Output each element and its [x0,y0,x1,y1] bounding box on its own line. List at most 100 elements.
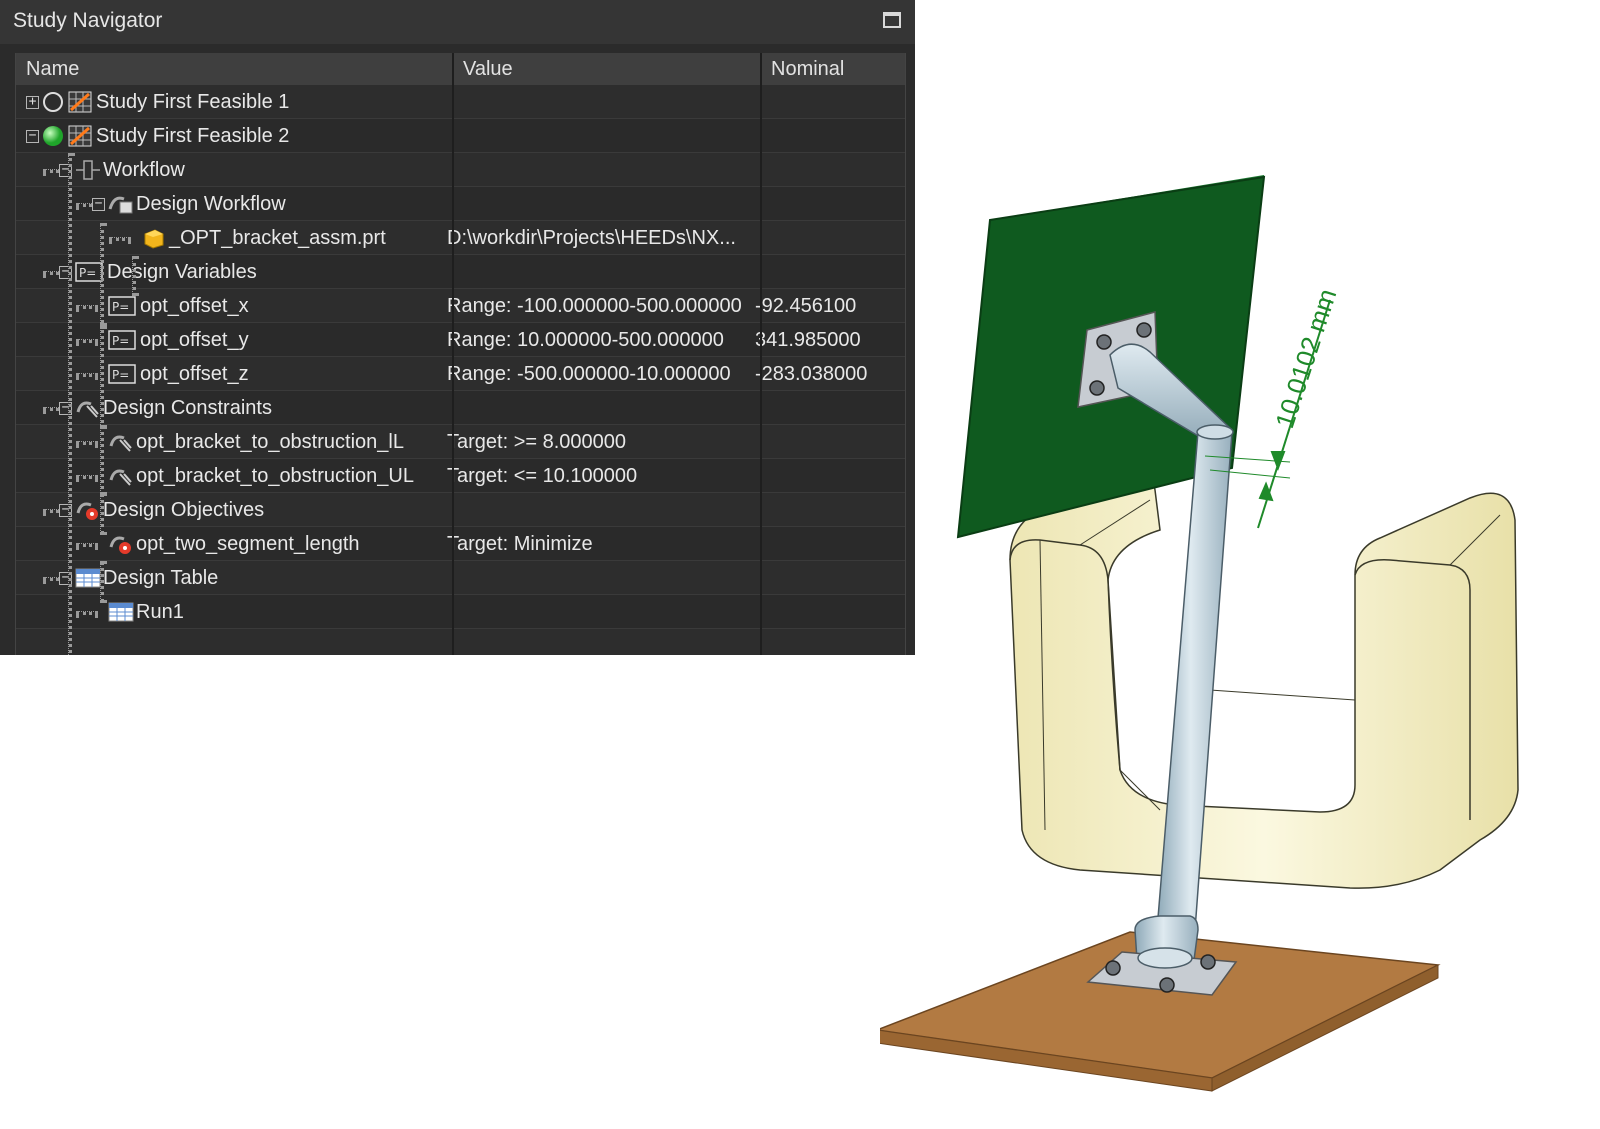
tree-item-label: Workflow [103,159,185,181]
tree-item-nominal [755,187,900,221]
tree-item-nominal [755,391,900,425]
tree-row-opt-bracket-assm-part[interactable]: _OPT_bracket_assm.prt D:\workdir\Projects… [16,221,905,255]
tree-item-nominal: 341.985000 [755,329,861,351]
column-header-nominal[interactable]: Nominal [761,53,905,85]
column-separator [760,53,762,655]
tree-item-label: opt_offset_x [140,295,249,317]
tree-connector-line [109,237,131,241]
tree-item-nominal: -283.038000 [755,363,868,385]
param-icon: P= [108,295,136,322]
tree-item-value [447,153,747,187]
tree-guide-line [100,493,104,535]
tree-item-label: Study First Feasible 2 [96,125,290,147]
tree-connector-line [76,441,98,445]
radio-green-icon [42,125,64,152]
tree-item-nominal [755,255,900,289]
tree-row-constraint-ul[interactable]: opt_bracket_to_obstruction_UL Target: <= … [16,459,905,493]
tree-connector-line [76,339,98,343]
param-icon: P= [108,329,136,356]
tree-connector-line [76,611,98,615]
tree-item-nominal: -92.456100 [755,295,857,317]
constraint-icon [75,397,101,424]
tree-guide-line [100,223,104,329]
workflow-icon [75,159,101,186]
study-grid-icon [68,91,92,118]
study-tree-table: Name Value Nominal + Study First Feasible… [15,53,906,655]
tree-item-value: D:\workdir\Projects\HEEDs\NX... [447,227,736,249]
tree-item-value [447,391,747,425]
tree-row-design-variables[interactable]: − P= Design Variables [16,255,905,289]
tree-item-value [447,493,747,527]
dimension-label: 10.0102 mm [1269,285,1342,432]
tree-item-label: Design Workflow [136,193,286,215]
tree-item-value: Target: <= 10.100000 [447,465,638,487]
tree-item-label: opt_two_segment_length [136,533,360,555]
tree-item-label: Run1 [136,601,184,623]
table-icon [75,567,101,594]
study-grid-icon [68,125,92,152]
tree-row-opt-two-segment-length[interactable]: opt_two_segment_length Target: Minimize [16,527,905,561]
tree-guide-line [132,256,136,296]
tree-item-value: Target: Minimize [447,533,593,555]
tree-guide-line [68,153,72,655]
study-navigator-title: Study Navigator [0,0,915,44]
tree-item-value: Range: -100.000000-500.000000 [447,295,742,317]
collapse-icon[interactable]: − [92,197,105,211]
expand-icon[interactable]: + [26,95,39,109]
constraint-icon [108,431,134,458]
tree-item-value [447,255,747,289]
svg-text:P=: P= [79,266,96,280]
tree-row-study-first-feasible-2[interactable]: − Study First Feasible 2 [16,119,905,153]
svg-text:P=: P= [112,300,129,314]
tree-item-value [447,119,747,153]
column-header-name[interactable]: Name [16,53,453,85]
maximize-icon[interactable] [883,12,901,28]
radio-empty-icon [42,91,64,118]
column-separator [452,53,454,655]
tree-item-label: opt_offset_y [140,329,249,351]
tree-row-opt-offset-y[interactable]: P= opt_offset_y Range: 10.000000-500.00000… [16,323,905,357]
tree-item-value: Range: 10.000000-500.000000 [447,329,724,351]
constraint-icon [108,465,134,492]
cad-model-view[interactable]: 10.0102 mm [880,160,1600,1129]
tree-item-value [447,595,747,629]
collapse-icon[interactable]: − [26,129,39,143]
tree-item-label: Design Objectives [103,499,265,521]
objective-icon [75,499,101,526]
param-icon: P= [75,261,103,288]
tree-item-value: Range: -500.000000-10.000000 [447,363,731,385]
tree-item-nominal [755,561,900,595]
tree-item-nominal [755,595,900,629]
tree-item-value [447,85,747,119]
tree-item-label: Design Variables [107,261,257,283]
tree-item-nominal [755,153,900,187]
tree-item-label: opt_bracket_to_obstruction_lL [136,431,404,453]
column-header-value[interactable]: Value [453,53,761,85]
tree-row-run1[interactable]: Run1 [16,595,905,629]
tree-guide-line [100,323,104,429]
obstruction-block [1009,466,1519,889]
tree-row-design-workflow[interactable]: − Design Workflow [16,187,905,221]
tree-item-value [447,187,747,221]
tree-connector-line [76,305,98,309]
tree-guide-line [100,561,104,603]
tree-item-nominal [755,527,900,561]
tree-row-workflow[interactable]: − Workflow [16,153,905,187]
tree-item-nominal [755,459,900,493]
tree-row-constraint-ll[interactable]: opt_bracket_to_obstruction_lL Target: >= … [16,425,905,459]
tree-row-opt-offset-z[interactable]: P= opt_offset_z Range: -500.000000-10.0000… [16,357,905,391]
tree-connector-line [76,475,98,479]
tree-row-design-constraints[interactable]: − Design Constraints [16,391,905,425]
tree-connector-line [76,373,98,377]
study-navigator-panel: Study Navigator Name Value Nominal + Stud… [0,0,915,655]
tree-row-opt-offset-x[interactable]: P= opt_offset_x Range: -100.000000-500.000… [16,289,905,323]
tree-item-nominal [755,221,900,255]
tree-row-design-objectives[interactable]: − Design Objectives [16,493,905,527]
tree-row-design-table[interactable]: − Design Table [16,561,905,595]
tree-row-study-first-feasible-1[interactable]: + Study First Feasible 1 [16,85,905,119]
tree-item-label: Study First Feasible 1 [96,91,290,113]
tree-item-label: Design Constraints [103,397,272,419]
tree-item-label: opt_bracket_to_obstruction_UL [136,465,414,487]
tree-item-label: Design Table [103,567,219,589]
tree-item-nominal [755,119,900,153]
